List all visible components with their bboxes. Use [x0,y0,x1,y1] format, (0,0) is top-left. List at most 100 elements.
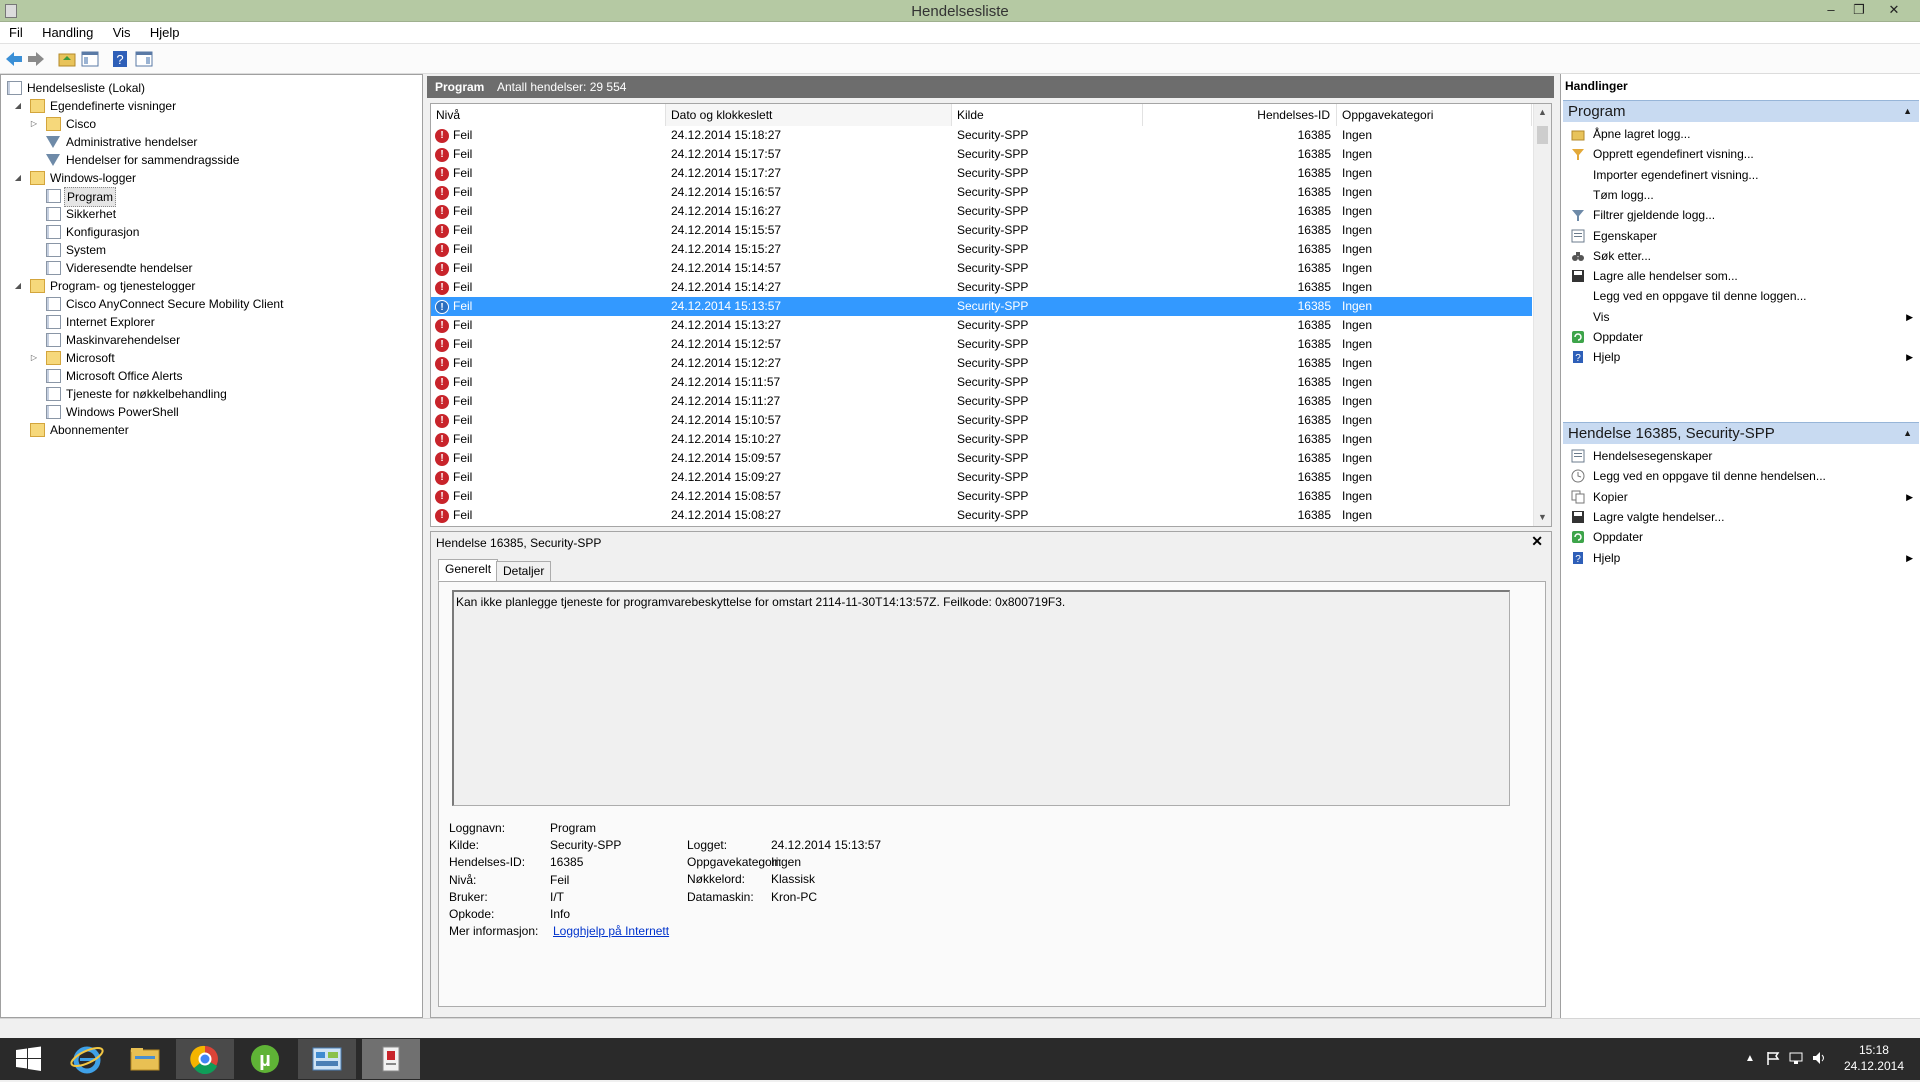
tree-node[interactable]: Microsoft Office Alerts [1,367,421,385]
volume-icon[interactable] [1811,1050,1827,1066]
action-item[interactable]: Filtrer gjeldende logg... [1563,205,1919,225]
event-grid[interactable]: Nivå Dato og klokkeslett Kilde Hendelses… [430,103,1552,527]
close-button[interactable]: ✕ [1880,0,1908,22]
utorrent-icon[interactable]: µ [236,1039,294,1079]
action-item[interactable]: Åpne lagret logg... [1563,124,1919,144]
table-row[interactable]: ! Feil 24.12.2014 15:16:27 Security-SPP 1638… [431,202,1532,221]
section-program[interactable]: Program ▲ [1563,100,1919,122]
column-header-source[interactable]: Kilde [952,104,1143,126]
restore-button[interactable]: ❐ [1845,0,1873,22]
collapse-arrow-icon[interactable]: ◢ [13,97,23,115]
more-info-link[interactable]: Logghjelp på Internett [553,923,669,939]
close-icon[interactable]: ✕ [1531,533,1543,550]
action-item[interactable]: ? Hjelp ▶ [1563,548,1919,568]
event-viewer-icon[interactable] [362,1039,420,1079]
table-row[interactable]: ! Feil 24.12.2014 15:15:57 Security-SPP 1638… [431,221,1532,240]
table-row[interactable]: ! Feil 24.12.2014 15:13:57 Security-SPP 1638… [431,297,1532,316]
flag-icon[interactable] [1765,1050,1781,1066]
table-row[interactable]: ! Feil 24.12.2014 15:17:57 Security-SPP 1638… [431,145,1532,164]
action-item[interactable]: Tøm logg... [1563,185,1919,205]
section-event[interactable]: Hendelse 16385, Security-SPP ▲ [1563,422,1919,444]
internet-explorer-icon[interactable] [58,1039,116,1079]
file-explorer-icon[interactable] [116,1039,174,1079]
tree-node[interactable]: Maskinvarehendelser [1,331,421,349]
tree-node[interactable]: ▷ Microsoft [1,349,421,367]
help-icon[interactable]: ? [110,49,130,69]
tree-node[interactable]: Sikkerhet [1,205,421,223]
table-row[interactable]: ! Feil 24.12.2014 15:12:27 Security-SPP 1638… [431,354,1532,373]
back-icon[interactable] [4,49,24,69]
tab-details[interactable]: Detaljer [496,561,552,581]
table-row[interactable]: ! Feil 24.12.2014 15:08:27 Security-SPP 1638… [431,506,1532,525]
column-header-event-id[interactable]: Hendelses-ID [1143,104,1337,126]
collapse-arrow-icon[interactable]: ◢ [13,169,23,187]
scroll-thumb[interactable] [1537,126,1548,144]
clock[interactable]: 15:18 24.12.2014 [1844,1042,1904,1074]
action-item[interactable]: Opprett egendefinert visning... [1563,144,1919,164]
table-row[interactable]: ! Feil 24.12.2014 15:11:57 Security-SPP 1638… [431,373,1532,392]
up-folder-icon[interactable] [57,49,77,69]
show-hide-action-icon[interactable] [134,49,154,69]
menu-vis[interactable]: Vis [104,22,138,40]
action-item[interactable]: Lagre valgte hendelser... [1563,507,1919,527]
collapse-arrow-icon[interactable]: ◢ [13,277,23,295]
table-row[interactable]: ! Feil 24.12.2014 15:11:27 Security-SPP 1638… [431,392,1532,411]
table-row[interactable]: ! Feil 24.12.2014 15:13:27 Security-SPP 1638… [431,316,1532,335]
tray-expand-icon[interactable]: ▲ [1745,1053,1755,1064]
collapse-icon[interactable]: ▲ [1903,423,1912,444]
forward-icon[interactable] [26,49,46,69]
action-item[interactable]: Egenskaper [1563,226,1919,246]
table-row[interactable]: ! Feil 24.12.2014 15:14:57 Security-SPP 1638… [431,259,1532,278]
tree-node[interactable]: Videresendte hendelser [1,259,421,277]
table-row[interactable]: ! Feil 24.12.2014 15:10:57 Security-SPP 1638… [431,411,1532,430]
control-panel-icon[interactable] [298,1039,356,1079]
tree-node[interactable]: Cisco AnyConnect Secure Mobility Client [1,295,421,313]
event-message[interactable]: Kan ikke planlegge tjeneste for programv… [452,590,1510,806]
table-row[interactable]: ! Feil 24.12.2014 15:09:57 Security-SPP 1638… [431,449,1532,468]
tree-node[interactable]: ◢ Windows-logger [1,169,421,187]
menu-handling[interactable]: Handling [33,22,100,40]
tree-node[interactable]: Windows PowerShell [1,403,421,421]
tree-node[interactable]: Hendelser for sammendragsside [1,151,421,169]
action-item[interactable]: Kopier ▶ [1563,487,1919,507]
windows-start-icon[interactable] [0,1039,58,1079]
tree-node[interactable]: System [1,241,421,259]
action-item[interactable]: Søk etter... [1563,246,1919,266]
table-row[interactable]: ! Feil 24.12.2014 15:15:27 Security-SPP 1638… [431,240,1532,259]
minimize-button[interactable]: – [1817,0,1845,22]
tree-node[interactable]: ▷ Cisco [1,115,421,133]
tree-node[interactable]: Administrative hendelser [1,133,421,151]
tree-node[interactable]: Hendelsesliste (Lokal) [1,79,421,97]
menu-fil[interactable]: Fil [0,22,30,40]
action-item[interactable]: Oppdater [1563,327,1919,347]
action-item[interactable]: Hendelsesegenskaper [1563,446,1919,466]
action-item[interactable]: ? Hjelp ▶ [1563,347,1919,367]
menu-hjelp[interactable]: Hjelp [141,22,187,40]
tree-node[interactable]: Abonnementer [1,421,421,439]
scroll-up-icon[interactable]: ▲ [1534,104,1551,120]
table-row[interactable]: ! Feil 24.12.2014 15:08:57 Security-SPP 1638… [431,487,1532,506]
network-icon[interactable] [1788,1050,1804,1066]
expand-arrow-icon[interactable]: ▷ [29,349,39,367]
action-item[interactable]: Legg ved en oppgave til denne hendelsen.… [1563,466,1919,486]
tab-general[interactable]: Generelt [438,559,499,581]
column-header-date[interactable]: Dato og klokkeslett [666,104,952,126]
tree-node[interactable]: Tjeneste for nøkkelbehandling [1,385,421,403]
tree-node[interactable]: Program [1,187,421,207]
chrome-icon[interactable] [176,1039,234,1079]
action-item[interactable]: Oppdater [1563,527,1919,547]
tree-node[interactable]: ◢ Egendefinerte visninger [1,97,421,115]
column-header-level[interactable]: Nivå [431,104,666,126]
action-item[interactable]: Importer egendefinert visning... [1563,165,1919,185]
table-row[interactable]: ! Feil 24.12.2014 15:16:57 Security-SPP 1638… [431,183,1532,202]
tree-node[interactable]: Konfigurasjon [1,223,421,241]
table-row[interactable]: ! Feil 24.12.2014 15:10:27 Security-SPP 1638… [431,430,1532,449]
table-row[interactable]: ! Feil 24.12.2014 15:17:27 Security-SPP 1638… [431,164,1532,183]
action-item[interactable]: Legg ved en oppgave til denne loggen... [1563,286,1919,306]
table-row[interactable]: ! Feil 24.12.2014 15:18:27 Security-SPP 1638… [431,126,1532,145]
table-row[interactable]: ! Feil 24.12.2014 15:12:57 Security-SPP 1638… [431,335,1532,354]
action-item[interactable]: Lagre alle hendelser som... [1563,266,1919,286]
collapse-icon[interactable]: ▲ [1903,101,1912,122]
column-header-category[interactable]: Oppgavekategori [1337,104,1532,126]
table-row[interactable]: ! Feil 24.12.2014 15:14:27 Security-SPP 1638… [431,278,1532,297]
